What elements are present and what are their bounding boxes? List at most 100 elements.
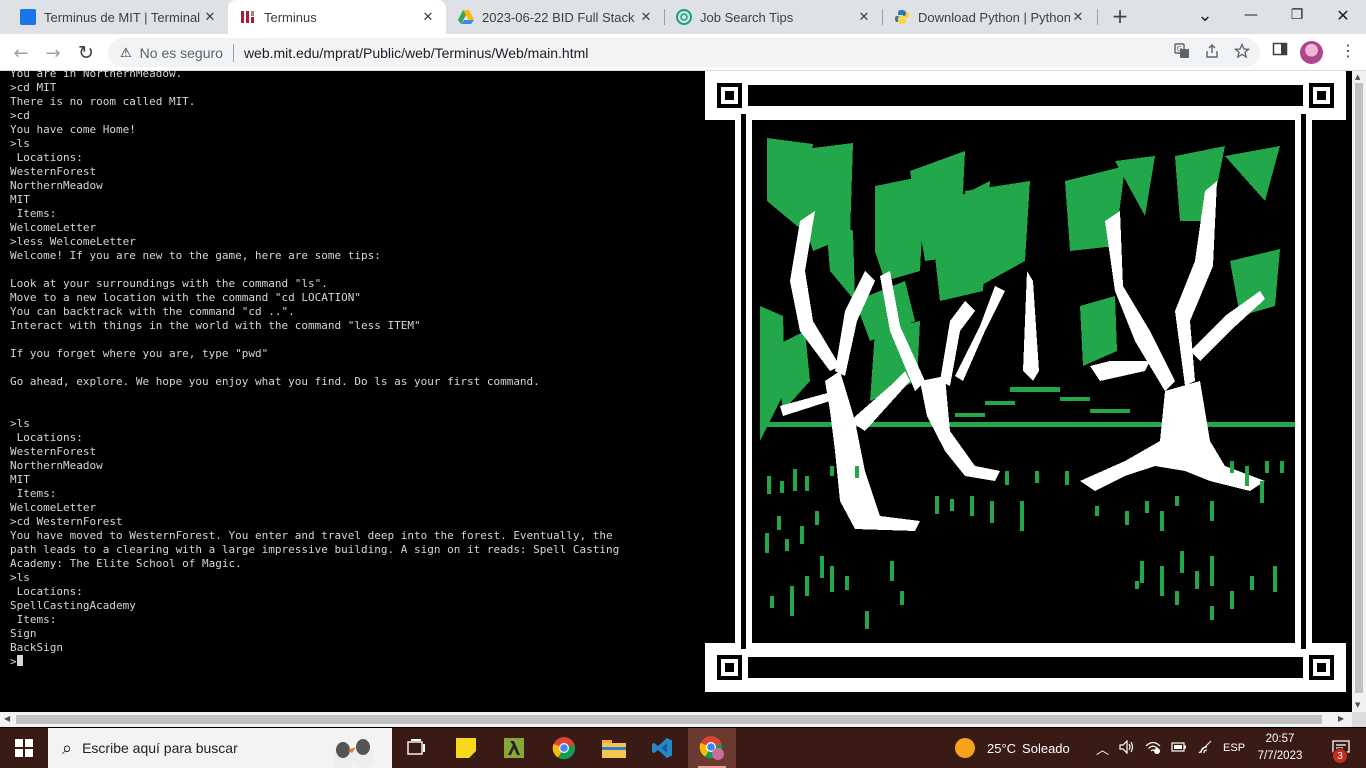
speaker-icon[interactable] <box>1119 739 1135 757</box>
horizontal-scroll-thumb[interactable] <box>16 715 1322 724</box>
vertical-scrollbar[interactable]: ▲ ▼ <box>1352 71 1366 712</box>
sun-icon <box>955 738 975 758</box>
terminal-line: Academy: The Elite School of Magic. <box>10 557 242 570</box>
terminal-line: >ls <box>10 571 30 584</box>
chevron-up-icon[interactable]: ︿ <box>1096 739 1109 758</box>
weather-widget[interactable]: 25°C Soleado <box>955 728 1070 768</box>
terminal-lines: You are in NorthernMeadow. >cd MIT There i… <box>10 71 619 669</box>
terminal-line: WelcomeLetter <box>10 221 97 234</box>
terminal-line: >less WelcomeLetter <box>10 235 136 248</box>
terminal-line: WelcomeLetter <box>10 501 97 514</box>
terminal-line: Welcome! If you are new to the game, her… <box>10 249 381 262</box>
sticky-notes-icon <box>456 738 476 758</box>
tab-terminus-de-mit[interactable]: Terminus de MIT | Terminal B ✕ <box>8 0 228 34</box>
weather-text: Soleado <box>1022 740 1070 756</box>
url-text[interactable]: web.mit.edu/mprat/Public/web/Terminus/We… <box>244 45 588 61</box>
clock-time: 20:57 <box>1265 733 1295 745</box>
terminal-line: If you forget where you are, type "pwd" <box>10 347 269 360</box>
reload-button[interactable]: ↻ <box>73 40 99 66</box>
tab-google-drive-doc[interactable]: 2023-06-22 BID Full Stack Py ✕ <box>446 0 664 34</box>
translate-icon[interactable]: G <box>1174 43 1190 62</box>
close-icon[interactable]: ✕ <box>202 9 218 25</box>
chrome-profile-app[interactable] <box>688 728 736 768</box>
wifi-icon[interactable] <box>1197 740 1213 757</box>
terminal-prompt[interactable]: > <box>10 655 619 669</box>
warning-icon[interactable]: ⚠ <box>120 45 132 61</box>
terminal-line: Items: <box>10 613 57 626</box>
forward-button[interactable]: → <box>40 40 66 66</box>
close-icon[interactable]: ✕ <box>638 9 654 25</box>
tab-terminus[interactable]: Terminus ✕ <box>228 0 446 34</box>
sticky-notes-app[interactable] <box>442 728 490 768</box>
terminal-line: BackSign <box>10 641 63 654</box>
svg-text:G: G <box>1177 45 1182 53</box>
scroll-up-arrow-icon[interactable]: ▲ <box>1355 73 1360 81</box>
vscode-app[interactable] <box>638 728 686 768</box>
restore-button[interactable]: ❐ <box>1274 0 1320 30</box>
close-icon[interactable]: ✕ <box>1070 9 1086 25</box>
penguins-search-illustration <box>333 739 374 768</box>
terminal-line: Locations: <box>10 431 83 444</box>
terminal-output[interactable]: You are in NorthernMeadow. >cd MIT There i… <box>0 71 700 712</box>
blue-square-favicon-icon <box>20 9 36 25</box>
prompt-symbol: > <box>10 655 17 668</box>
terminal-line: MIT <box>10 473 30 486</box>
terminal-line: SpellCastingAcademy <box>10 599 136 612</box>
bookmark-star-icon[interactable] <box>1233 42 1251 62</box>
pixel-forest-illustration <box>705 71 1346 692</box>
tab-title: Terminus de MIT | Terminal B <box>44 9 202 25</box>
terminal-line: >cd WesternForest <box>10 515 123 528</box>
close-window-button[interactable]: ✕ <box>1320 0 1366 30</box>
terminal-line: Items: <box>10 207 57 220</box>
windows-start-button[interactable] <box>0 728 48 768</box>
terminal-line: >ls <box>10 137 30 150</box>
terminal-line: WesternForest <box>10 445 97 458</box>
close-icon[interactable]: ✕ <box>856 9 872 25</box>
terminal-line: path leads to a clearing with a large im… <box>10 543 620 556</box>
scroll-right-arrow-icon[interactable]: ▶ <box>1338 714 1344 723</box>
address-bar[interactable]: ⚠ No es seguro web.mit.edu/mprat/Public/… <box>108 38 1260 67</box>
file-explorer-app[interactable] <box>590 728 638 768</box>
tab-search-dropdown-icon[interactable]: ⌄ <box>1182 0 1228 30</box>
windows-taskbar: ⌕ Escribe aquí para buscar 25°C Soleado … <box>0 728 1366 768</box>
horizontal-scrollbar[interactable]: ◀ ▶ <box>0 712 1352 727</box>
menu-icon[interactable]: ⋮ <box>1340 41 1356 60</box>
search-icon: ⌕ <box>62 737 73 758</box>
task-view-button[interactable] <box>392 728 440 768</box>
vscode-icon <box>652 738 672 758</box>
terminal-line: You have moved to WesternForest. You ent… <box>10 529 613 542</box>
terminal-line: WesternForest <box>10 165 97 178</box>
tab-title: Terminus <box>264 9 317 25</box>
language-indicator[interactable]: ESP <box>1223 742 1245 754</box>
close-icon[interactable]: ✕ <box>420 9 436 25</box>
lambda-icon <box>504 738 524 758</box>
tab-job-search-tips[interactable]: Job Search Tips ✕ <box>664 0 882 34</box>
tab-title: 2023-06-22 BID Full Stack Py <box>482 9 638 25</box>
terminal-line: Look at your surroundings with the comma… <box>10 277 328 290</box>
side-panel-icon[interactable] <box>1272 41 1288 61</box>
terminal-line: NorthernMeadow <box>10 179 103 192</box>
security-label[interactable]: No es seguro <box>140 45 223 61</box>
share-icon[interactable] <box>1204 43 1220 62</box>
browser-tabstrip: Terminus de MIT | Terminal B ✕ Terminus … <box>0 0 1366 34</box>
network-settings-icon[interactable] <box>1145 740 1161 757</box>
lambda-app[interactable] <box>490 728 538 768</box>
chrome-app[interactable] <box>540 728 588 768</box>
terminal-line: MIT <box>10 193 30 206</box>
taskbar-search-box[interactable]: ⌕ Escribe aquí para buscar <box>48 728 392 768</box>
vertical-scroll-thumb[interactable] <box>1355 83 1363 693</box>
new-tab-button[interactable]: + <box>1108 5 1132 29</box>
scroll-down-arrow-icon[interactable]: ▼ <box>1355 701 1360 709</box>
battery-icon[interactable] <box>1171 741 1187 756</box>
tab-download-python[interactable]: Download Python | Python.o ✕ <box>882 0 1096 34</box>
system-clock[interactable]: 20:57 7/7/2023 <box>1250 731 1310 765</box>
terminal-line: Items: <box>10 487 57 500</box>
profile-avatar[interactable] <box>1300 41 1323 64</box>
back-button[interactable]: ← <box>8 40 34 66</box>
chrome-icon <box>552 737 576 760</box>
minimize-button[interactable]: — <box>1228 0 1274 30</box>
scroll-left-arrow-icon[interactable]: ◀ <box>4 714 10 723</box>
